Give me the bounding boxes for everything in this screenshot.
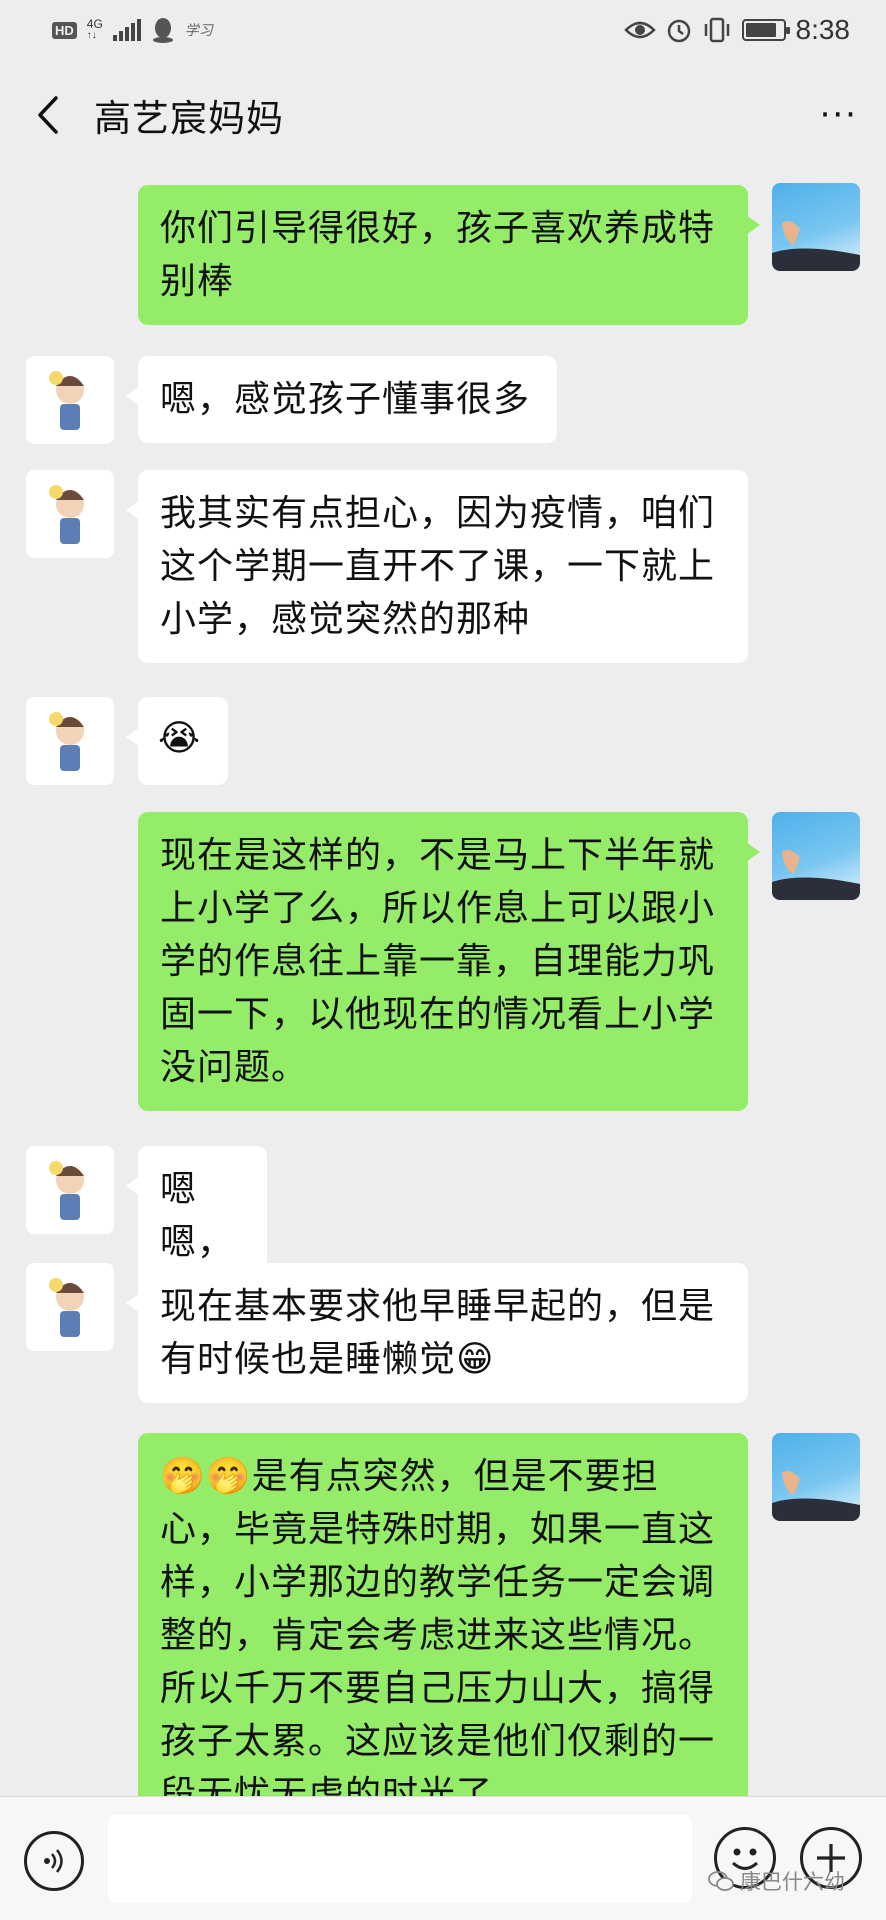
message-bubble-received: 😭 <box>126 697 228 785</box>
eye-icon <box>623 21 656 39</box>
contact-avatar[interactable] <box>26 356 114 444</box>
battery-icon <box>741 19 790 41</box>
chat-title: 高艺宸妈妈 <box>94 97 284 140</box>
my-avatar[interactable] <box>772 1433 860 1521</box>
input-toolbar <box>0 1796 886 1920</box>
chat-header: 高艺宸妈妈 ··· <box>0 60 886 170</box>
signal-icon <box>112 19 141 41</box>
message-input[interactable] <box>108 1815 692 1903</box>
contact-avatar[interactable] <box>26 1263 114 1351</box>
watermark-text: 康巴什六幼 <box>740 1870 845 1894</box>
watermark: 康巴什六幼 <box>708 1866 845 1896</box>
status-left: HD 4G ↑↓ 学习 <box>52 16 213 44</box>
vibrate-icon <box>704 17 729 43</box>
message-bubble-received: 现在基本要求他早睡早起的，但是有时候也是睡懒觉😁 <box>126 1263 748 1403</box>
chevron-left-icon <box>38 96 58 134</box>
network-type: 4G <box>86 17 103 31</box>
clock: 8:38 <box>795 14 851 45</box>
my-avatar[interactable] <box>772 183 860 271</box>
message-bubble-sent: 🤭🤭是有点突然，但是不要担心，毕竟是特殊时期，如果一直这样，小学那边的教学任务一… <box>138 1433 748 1833</box>
alarm-icon <box>667 19 690 43</box>
contact-avatar[interactable] <box>26 470 114 558</box>
message-bubble-received: 我其实有点担心，因为疫情，咱们这个学期一直开不了课，一下就上小学，感觉突然的那种 <box>126 470 748 663</box>
message-bubble-sent: 现在是这样的，不是马上下半年就上小学了么，所以作息上可以跟小学的作息往上靠一靠，… <box>138 812 760 1111</box>
voice-input-button[interactable] <box>24 1831 84 1891</box>
back-button[interactable] <box>28 90 68 140</box>
network-indicator: 4G ↑↓ <box>86 17 103 41</box>
message-bubble-received: 嗯，感觉孩子懂事很多 <box>126 356 557 443</box>
contact-avatar[interactable] <box>26 697 114 785</box>
message-bubble-sent: 你们引导得很好，孩子喜欢养成特别棒 <box>138 185 760 325</box>
status-bar: HD 4G ↑↓ 学习 8:38 <box>0 0 886 60</box>
voice-icon <box>44 1849 63 1873</box>
wechat-logo-icon <box>708 1871 734 1891</box>
contact-avatar[interactable] <box>26 1146 114 1234</box>
hd-indicator: HD <box>52 21 77 39</box>
my-avatar[interactable] <box>772 812 860 900</box>
qq-icon <box>152 18 173 43</box>
app-notification-text: 学习 <box>184 23 213 39</box>
status-right: 8:38 <box>623 14 851 46</box>
more-options-button[interactable]: ··· <box>820 95 858 135</box>
